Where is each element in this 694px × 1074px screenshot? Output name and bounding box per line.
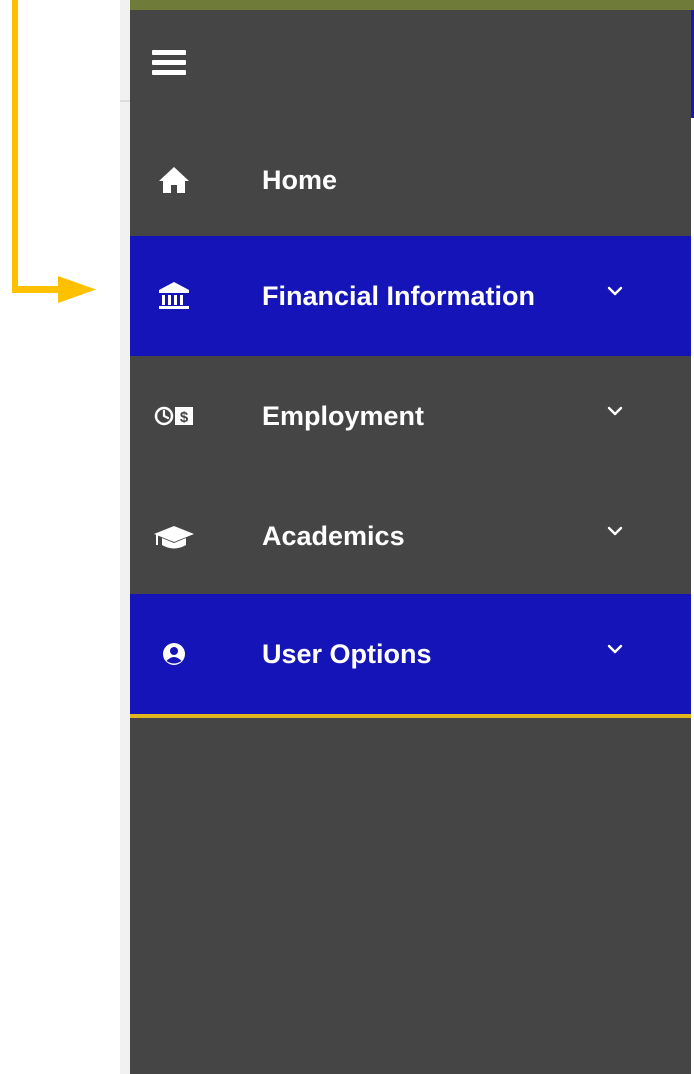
sidebar-item-employment[interactable]: $ Employment [130,356,691,476]
sidebar-item-label: User Options [262,639,432,669]
chevron-down-icon[interactable] [606,642,624,656]
hamburger-line [152,50,186,55]
hamburger-line [152,60,186,65]
chevron-down-icon[interactable] [606,284,624,298]
bank-icon [152,274,196,318]
svg-text:$: $ [180,409,189,426]
sidebar-menu: Home Financial Information $ Employment … [130,10,691,1074]
sidebar-item-user-options[interactable]: User Options [130,594,691,718]
sidebar-item-financial-information[interactable]: Financial Information [130,236,691,356]
sidebar-item-label: Academics [262,521,405,551]
sidebar-item-home[interactable]: Home [130,120,691,240]
home-icon [152,158,196,202]
annotation-arrow-icon [12,0,96,303]
sidebar-item-label: Financial Information [262,281,536,311]
hamburger-line [152,70,186,75]
user-circle-icon [152,632,196,676]
sidebar-item-label: Home [262,165,338,195]
sidebar-item-label: Employment [262,401,425,431]
sidebar-item-academics[interactable]: Academics [130,476,691,596]
page-header-strip [130,0,694,10]
chevron-down-icon[interactable] [606,524,624,538]
graduation-cap-icon [152,514,196,558]
chevron-down-icon[interactable] [606,404,624,418]
hamburger-menu-icon[interactable] [152,50,186,80]
clock-dollar-icon: $ [152,394,196,438]
page-background-edge [120,0,130,1074]
